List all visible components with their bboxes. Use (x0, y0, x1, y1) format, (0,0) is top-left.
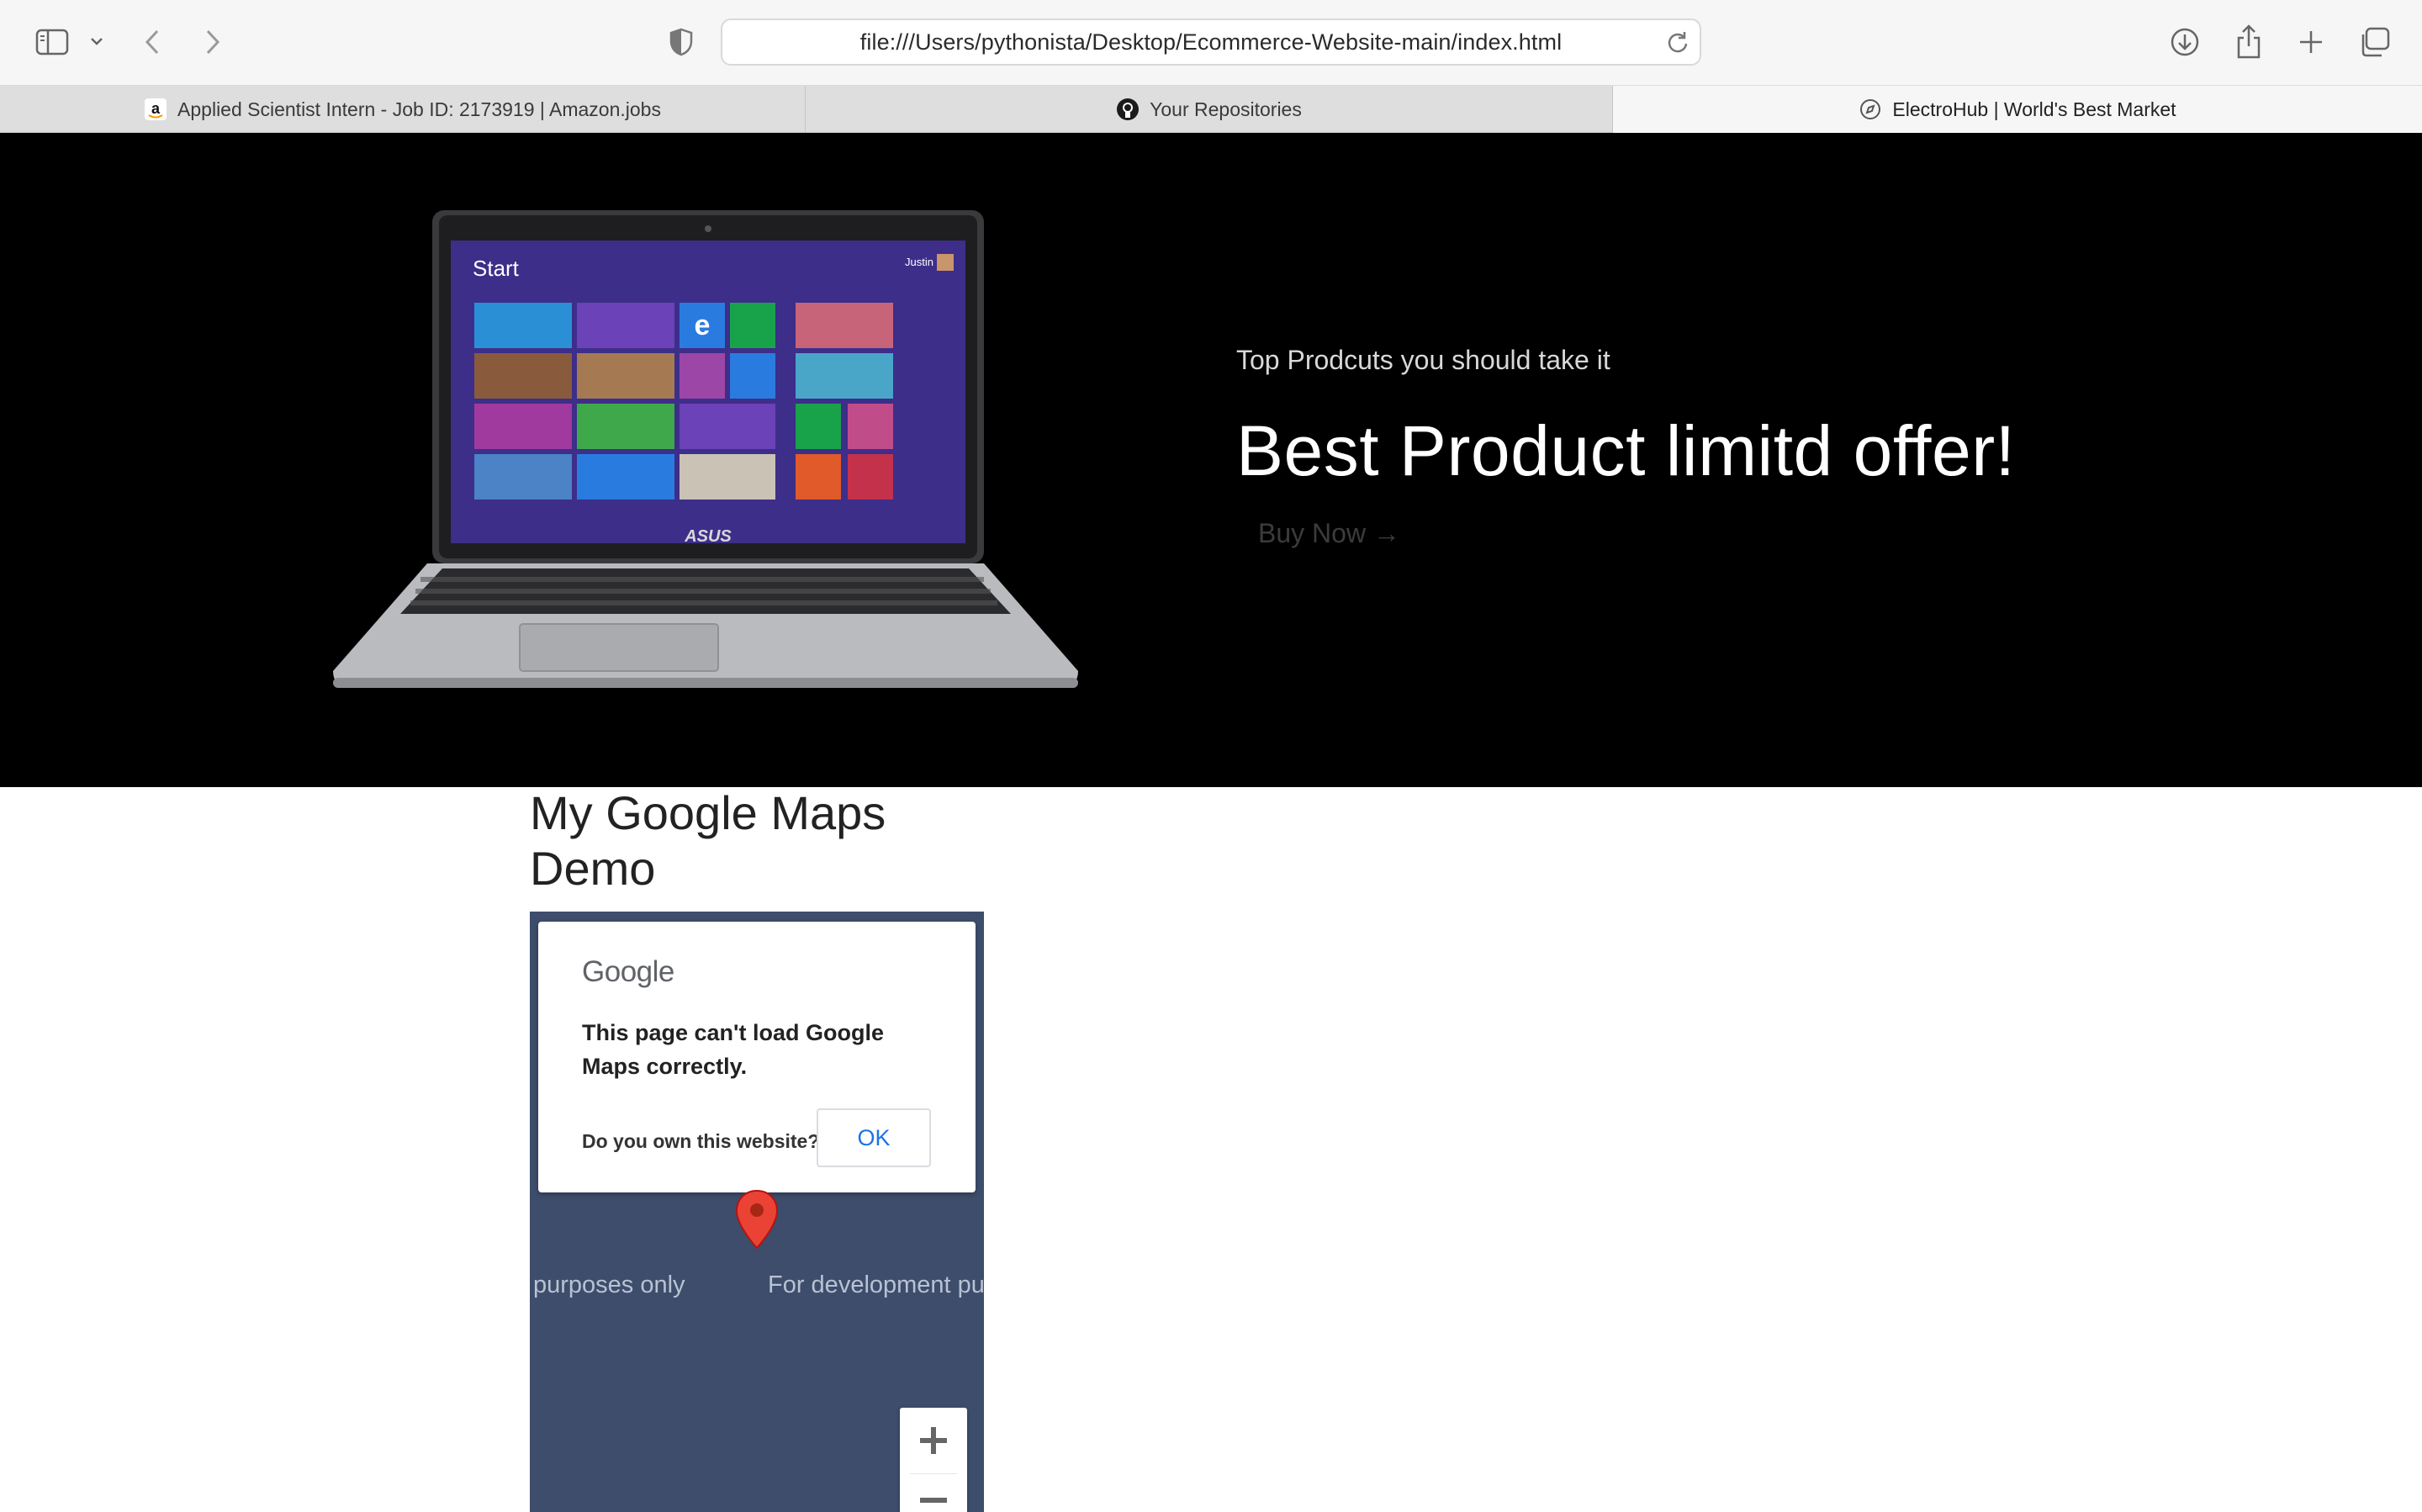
screen-user-label: Justin (905, 256, 933, 268)
map-error-message: This page can't load Google Maps correct… (582, 1020, 884, 1079)
svg-text:e: e (695, 309, 711, 341)
zoom-in-button[interactable] (900, 1408, 967, 1473)
map-error-dialog: Google This page can't load Google Maps … (538, 922, 976, 1192)
zoom-out-button[interactable] (900, 1475, 967, 1512)
download-icon[interactable] (2168, 25, 2202, 59)
github-icon (1116, 98, 1140, 121)
google-logo: Google (582, 955, 674, 988)
compass-icon (1859, 98, 1882, 121)
tab-bar: a Applied Scientist Intern - Job ID: 217… (0, 86, 2422, 133)
dev-watermark-left: purposes only (533, 1271, 685, 1298)
forward-icon[interactable] (200, 25, 225, 59)
new-tab-icon[interactable] (2294, 25, 2328, 59)
address-bar[interactable]: file:///Users/pythonista/Desktop/Ecommer… (721, 19, 1701, 66)
amazon-icon: a (144, 98, 167, 121)
shield-icon[interactable] (666, 27, 696, 57)
share-icon[interactable] (2232, 22, 2266, 61)
tab-electrohub[interactable]: ElectroHub | World's Best Market (1613, 86, 2422, 133)
hero-banner: Start Justin e ASUS Top Prodcuts you sho… (0, 133, 2422, 787)
hero-title: Best Product limitd offer! (1236, 411, 2016, 490)
sidebar-toggle-icon[interactable] (34, 25, 71, 59)
own-website-question: Do you own this website? (582, 1130, 820, 1152)
tab-label: Applied Scientist Intern - Job ID: 21739… (177, 98, 661, 120)
reload-icon[interactable] (1666, 30, 1690, 58)
tab-amazon-jobs[interactable]: a Applied Scientist Intern - Job ID: 217… (0, 86, 806, 133)
ok-button[interactable]: OK (817, 1108, 931, 1167)
zoom-control (900, 1408, 967, 1512)
back-icon[interactable] (140, 25, 165, 59)
chevron-down-icon[interactable] (87, 32, 106, 50)
map-marker-icon[interactable] (735, 1189, 779, 1254)
buy-now-button[interactable]: Buy Now → (1258, 518, 1400, 549)
tab-your-repositories[interactable]: Your Repositories (806, 86, 1613, 133)
browser-toolbar: file:///Users/pythonista/Desktop/Ecommer… (0, 0, 2422, 86)
minus-icon (920, 1498, 947, 1503)
laptop-brand: ASUS (684, 527, 732, 546)
plus-icon (920, 1427, 947, 1454)
dev-watermark-right: For development pu (768, 1271, 984, 1298)
map-section-title: My Google Maps Demo (530, 786, 886, 895)
screen-start-label: Start (473, 256, 520, 281)
url-text: file:///Users/pythonista/Desktop/Ecommer… (859, 29, 1563, 55)
tab-label: Your Repositories (1150, 98, 1302, 120)
tab-overview-icon[interactable] (2356, 25, 2392, 59)
zoom-divider (910, 1473, 957, 1474)
hero-subtitle: Top Prodcuts you should take it (1236, 345, 1610, 375)
google-map[interactable]: Google This page can't load Google Maps … (530, 912, 984, 1512)
tab-label: ElectroHub | World's Best Market (1892, 98, 2176, 120)
laptop-image: Start Justin e ASUS (333, 210, 1078, 688)
svg-text:a: a (151, 100, 161, 117)
